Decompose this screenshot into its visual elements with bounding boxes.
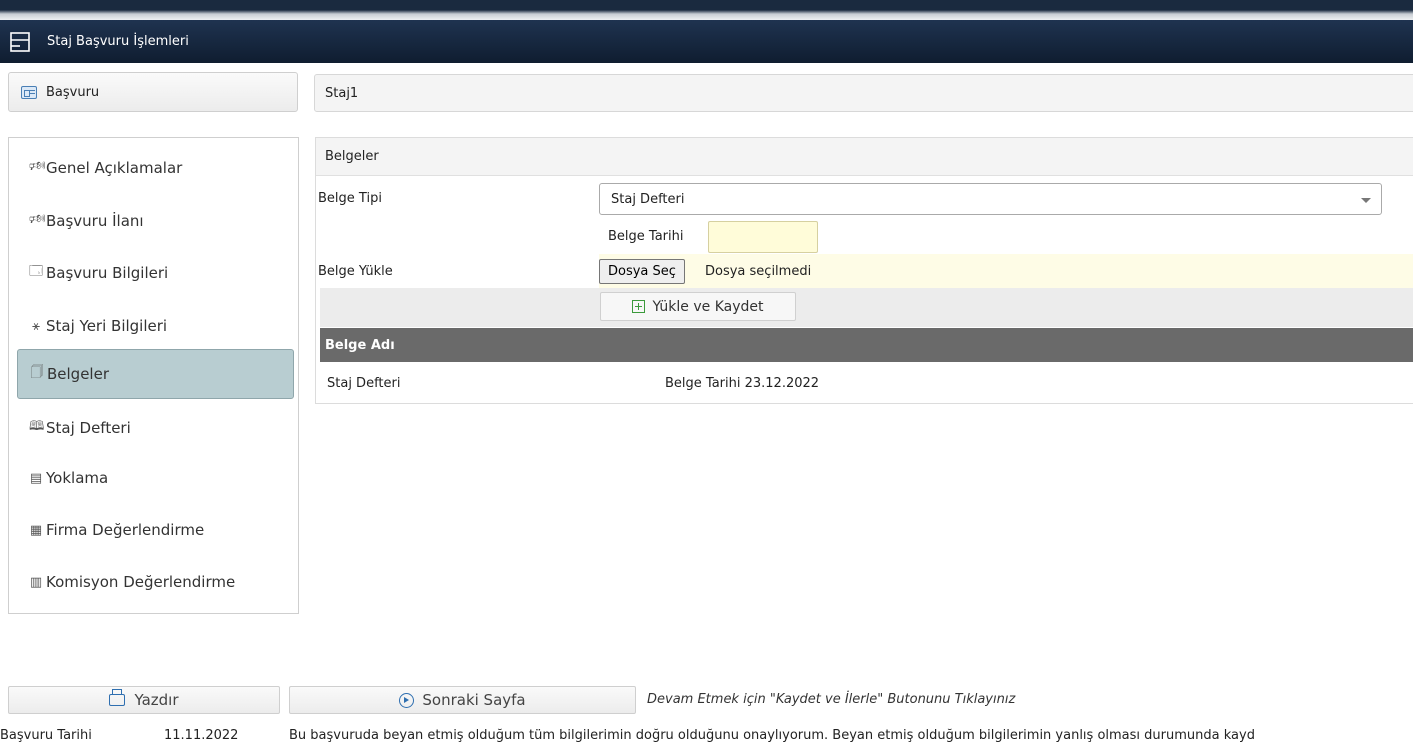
- sidebar-item-label: Belgeler: [47, 365, 109, 383]
- tab-label: Başvuru: [46, 84, 100, 100]
- window-icon: [10, 31, 30, 52]
- sidebar-item-label: Genel Açıklamalar: [46, 159, 183, 177]
- print-button[interactable]: Yazdır: [8, 686, 280, 714]
- chevron-down-icon: [1361, 198, 1371, 203]
- sidebar-item-komisyon-degerlendirme[interactable]: ▥ Komisyon Değerlendirme: [17, 557, 294, 607]
- sidebar-menu: 🕬 Genel Açıklamalar 🕬 Başvuru İlanı 🗔 Ba…: [8, 137, 299, 614]
- sidebar-item-label: Yoklama: [46, 469, 109, 487]
- sidebar-item-staj-yeri-bilgileri[interactable]: ⚹ Staj Yeri Bilgileri: [17, 301, 294, 351]
- megaphone-outline-icon: 🕬: [29, 212, 46, 227]
- documents-header: Belgeler: [316, 138, 1413, 176]
- sidebar-item-label: Firma Değerlendirme: [46, 521, 205, 539]
- megaphone-icon: 🕬: [29, 159, 46, 174]
- sidebar-item-label: Staj Yeri Bilgileri: [46, 317, 168, 335]
- application-name: Staj1: [325, 85, 359, 101]
- sidebar-item-basvuru-ilani[interactable]: 🕬 Başvuru İlanı: [17, 196, 294, 246]
- top-strip: [0, 0, 1413, 20]
- printer-icon: [109, 689, 126, 706]
- window-title: Staj Başvuru İşlemleri: [47, 34, 189, 49]
- documents-panel: Belgeler Belge Tipi Staj Defteri Belge T…: [315, 137, 1413, 404]
- document-date-label: Belge Tarihi: [608, 229, 684, 244]
- window-titlebar: Staj Başvuru İşlemleri: [0, 20, 1413, 63]
- id-card-icon: [21, 85, 37, 99]
- application-name-box: Staj1: [314, 74, 1413, 112]
- form-icon: 🗔: [29, 264, 44, 279]
- document-type-value: Staj Defteri: [611, 191, 685, 207]
- save-row: Yükle ve Kaydet: [320, 288, 1413, 327]
- book-icon: 🕮: [29, 419, 45, 434]
- sidebar-item-basvuru-bilgileri[interactable]: 🗔 Başvuru Bilgileri: [17, 248, 294, 298]
- document-type-label: Belge Tipi: [318, 191, 382, 206]
- documents-table-header: Belge Adı: [320, 328, 1413, 362]
- continue-hint: Devam Etmek için "Kaydet ve İlerle" Buto…: [647, 692, 1016, 707]
- arrow-circle-right-icon: [399, 692, 415, 708]
- plus-square-icon: [632, 300, 646, 313]
- committee-icon: ▥: [29, 574, 43, 590]
- document-name-cell: Staj Defteri: [327, 375, 401, 391]
- column-header-document-name: Belge Adı: [325, 337, 395, 353]
- print-label: Yazdır: [134, 691, 179, 709]
- network-icon: ⚹: [32, 318, 40, 334]
- sidebar-item-firma-degerlendirme[interactable]: ▦ Firma Değerlendirme: [17, 505, 294, 555]
- sidebar-item-label: Komisyon Değerlendirme: [46, 573, 236, 591]
- next-page-button[interactable]: Sonraki Sayfa: [289, 686, 636, 714]
- building-icon: ▦: [29, 522, 43, 538]
- application-date-label: Başvuru Tarihi: [0, 728, 92, 743]
- sidebar-item-yoklama[interactable]: ▤ Yoklama: [17, 453, 294, 503]
- documents-icon: 🗍: [30, 365, 44, 380]
- file-status-text: Dosya seçilmedi: [705, 264, 812, 279]
- sidebar-item-belgeler[interactable]: 🗍 Belgeler: [17, 349, 294, 399]
- next-page-label: Sonraki Sayfa: [422, 691, 526, 709]
- file-upload-row: Dosya Seç Dosya seçilmedi: [599, 254, 1413, 288]
- document-date-cell: Belge Tarihi 23.12.2022: [665, 375, 820, 391]
- list-icon: ▤: [29, 470, 43, 486]
- application-date-value: 11.11.2022: [164, 728, 239, 743]
- documents-title: Belgeler: [325, 149, 379, 164]
- sidebar-item-label: Staj Defteri: [46, 419, 131, 437]
- sidebar-item-label: Başvuru İlanı: [46, 212, 144, 230]
- document-upload-label: Belge Yükle: [318, 264, 393, 279]
- sidebar-item-genel-aciklamalar[interactable]: 🕬 Genel Açıklamalar: [17, 143, 294, 193]
- sidebar-item-staj-defteri[interactable]: 🕮 Staj Defteri: [17, 403, 294, 453]
- upload-and-save-label: Yükle ve Kaydet: [652, 298, 764, 315]
- document-date-input[interactable]: [708, 221, 818, 253]
- declaration-text: Bu başvuruda beyan etmiş olduğum tüm bil…: [289, 728, 1255, 743]
- sidebar-item-label: Başvuru Bilgileri: [46, 264, 169, 282]
- tab-basvuru[interactable]: Başvuru: [8, 72, 298, 112]
- table-row[interactable]: Staj Defteri Belge Tarihi 23.12.2022: [320, 364, 1413, 402]
- document-type-select[interactable]: Staj Defteri: [599, 183, 1382, 215]
- upload-and-save-button[interactable]: Yükle ve Kaydet: [600, 292, 796, 321]
- choose-file-button[interactable]: Dosya Seç: [599, 259, 685, 284]
